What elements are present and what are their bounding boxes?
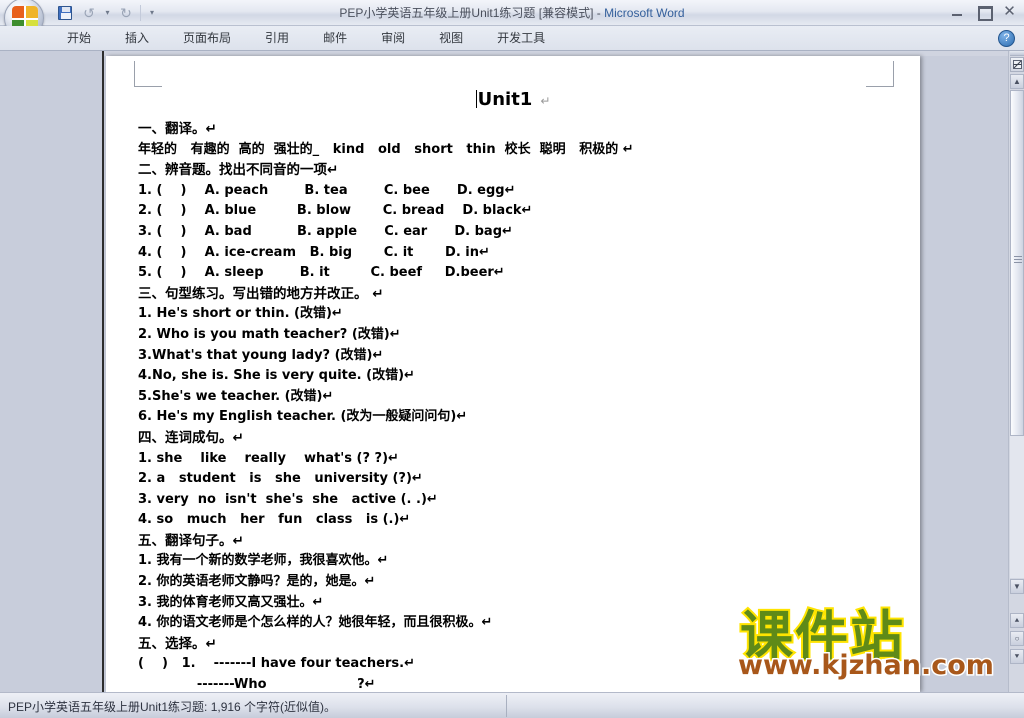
doc-line: -------Who ?↵ <box>138 677 376 692</box>
word-count-status[interactable]: PEP小学英语五年级上册Unit1练习题: 1,916 个字符(近似值)。 <box>8 698 336 715</box>
doc-line: 4.No, she is. She is very quite. (改错)↵ <box>138 368 415 384</box>
window-title: PEP小学英语五年级上册Unit1练习题 [兼容模式] - Microsoft … <box>0 4 1024 21</box>
word-application-window: ↺ ▾ ↻ ▾ PEP小学英语五年级上册Unit1练习题 [兼容模式] - Mi… <box>0 0 1024 718</box>
title-separator: - <box>593 6 605 20</box>
title-bar: ↺ ▾ ↻ ▾ PEP小学英语五年级上册Unit1练习题 [兼容模式] - Mi… <box>0 0 1024 38</box>
doc-line: 四、连词成句。↵ <box>138 429 244 446</box>
tab-references[interactable]: 引用 <box>248 26 306 51</box>
doc-line: 1. ( ) A. peach B. tea C. bee D. egg↵ <box>138 182 516 198</box>
tab-mailings[interactable]: 邮件 <box>306 26 364 51</box>
previous-page-button[interactable]: ⯅ <box>1010 613 1024 628</box>
scroll-up-button[interactable]: ▲ <box>1010 74 1024 89</box>
document-body: 一、翻译。↵ 年轻的 有趣的 高的 强壮的_ kind old short th… <box>138 119 898 692</box>
document-workspace: Unit1 ↵ 一、翻译。↵ 年轻的 有趣的 高的 强壮的_ kind old s… <box>0 51 1008 692</box>
doc-line: 2. Who is you math teacher? (改错)↵ <box>138 326 401 342</box>
doc-line: 1. He's short or thin. (改错)↵ <box>138 306 343 322</box>
text-caret <box>475 90 477 108</box>
doc-line: 2. ( ) A. blue B. blow C. bread D. black… <box>138 203 533 219</box>
document-page[interactable]: Unit1 ↵ 一、翻译。↵ 年轻的 有趣的 高的 强壮的_ kind old s… <box>106 56 920 692</box>
status-bar: PEP小学英语五年级上册Unit1练习题: 1,916 个字符(近似值)。 <box>0 692 1024 718</box>
select-browse-object-button[interactable]: ○ <box>1010 631 1024 646</box>
doc-line: 6. He's my English teacher. (改为一般疑问问句)↵ <box>138 409 468 425</box>
scroll-down-button[interactable]: ▼ <box>1010 579 1024 594</box>
triangle-down-icon: ▼ <box>1013 582 1021 591</box>
restore-button[interactable] <box>975 4 993 21</box>
doc-line: 一、翻译。↵ <box>138 121 217 137</box>
doc-line: 三、句型练习。写出错的地方并改正。 ↵ <box>138 285 384 302</box>
scrollbar-thumb[interactable] <box>1010 90 1024 436</box>
scrollbar-splitter-handle[interactable] <box>1010 51 1024 56</box>
doc-line: 3.What's that young lady? (改错)↵ <box>138 347 384 363</box>
status-bar-divider <box>506 695 507 717</box>
triangle-up-icon: ▲ <box>1013 77 1021 86</box>
doc-line: 3. very no isn't she's she active (. .)↵ <box>138 491 438 507</box>
doc-line: 年轻的 有趣的 高的 强壮的_ kind old short thin 校长 聪… <box>138 141 634 157</box>
ribbon-tabs: 开始 插入 页面布局 引用 邮件 审阅 视图 开发工具 <box>50 26 562 51</box>
double-down-icon: ⯆ <box>1013 651 1021 661</box>
next-page-button[interactable]: ⯆ <box>1010 649 1024 664</box>
doc-line: 2. 你的英语老师文静吗？是的，她是。↵ <box>138 574 376 590</box>
doc-line: 5. ( ) A. sleep B. it C. beef D.beer↵ <box>138 265 505 281</box>
doc-line: 4. 你的语文老师是个怎么样的人？她很年轻，而且很积极。↵ <box>138 615 493 631</box>
doc-line: 2. a student is she university (?)↵ <box>138 471 423 487</box>
help-button[interactable]: ? <box>998 30 1015 47</box>
document-title-text: PEP小学英语五年级上册Unit1练习题 [兼容模式] <box>339 6 594 20</box>
doc-line: 4. ( ) A. ice-cream B. big C. it D. in↵ <box>138 244 490 260</box>
vertical-scrollbar[interactable]: ▲ ▼ ⯅ ○ ⯆ <box>1008 51 1024 692</box>
doc-line: 1. 我有一个新的数学老师，我很喜欢他。↵ <box>138 553 389 569</box>
doc-line: 1. she like really what's (? ?)↵ <box>138 450 399 466</box>
workspace-left-gutter <box>0 51 104 692</box>
tab-insert[interactable]: 插入 <box>108 26 166 51</box>
doc-line: 5.She's we teacher. (改错)↵ <box>138 388 334 404</box>
circle-icon: ○ <box>1014 634 1020 643</box>
tab-view[interactable]: 视图 <box>422 26 480 51</box>
doc-line: 3. 我的体育老师又高又强壮。↵ <box>138 594 324 610</box>
doc-line: 五、翻译句子。↵ <box>138 532 244 549</box>
tab-developer[interactable]: 开发工具 <box>480 26 562 51</box>
document-content[interactable]: Unit1 ↵ 一、翻译。↵ 年轻的 有趣的 高的 强壮的_ kind old s… <box>106 56 920 692</box>
doc-line: 二、辨音题。找出不同音的一项↵ <box>138 162 339 179</box>
minimize-button[interactable] <box>949 4 966 19</box>
document-heading: Unit1 ↵ <box>106 89 920 110</box>
document-heading-text: Unit1 <box>477 89 533 110</box>
split-window-icon[interactable] <box>1010 57 1024 72</box>
application-name-text: Microsoft Word <box>604 6 685 20</box>
tab-review[interactable]: 审阅 <box>364 26 422 51</box>
scrollbar-grip-icon <box>1014 256 1022 263</box>
tab-page-layout[interactable]: 页面布局 <box>166 26 248 51</box>
pilcrow-mark: ↵ <box>540 94 551 108</box>
ribbon-tab-bar: 开始 插入 页面布局 引用 邮件 审阅 视图 开发工具 ? <box>0 26 1024 51</box>
doc-line: 4. so much her fun class is (.)↵ <box>138 512 411 528</box>
close-button[interactable]: ✕ <box>1001 4 1018 19</box>
doc-line: 五、选择。↵ <box>138 635 217 652</box>
window-controls: ✕ <box>949 4 1018 21</box>
double-up-icon: ⯅ <box>1013 615 1021 625</box>
doc-line: ( ) 1. -------I have four teachers.↵ <box>138 656 415 672</box>
tab-home[interactable]: 开始 <box>50 26 108 51</box>
doc-line: 3. ( ) A. bad B. apple C. ear D. bag↵ <box>138 223 513 239</box>
